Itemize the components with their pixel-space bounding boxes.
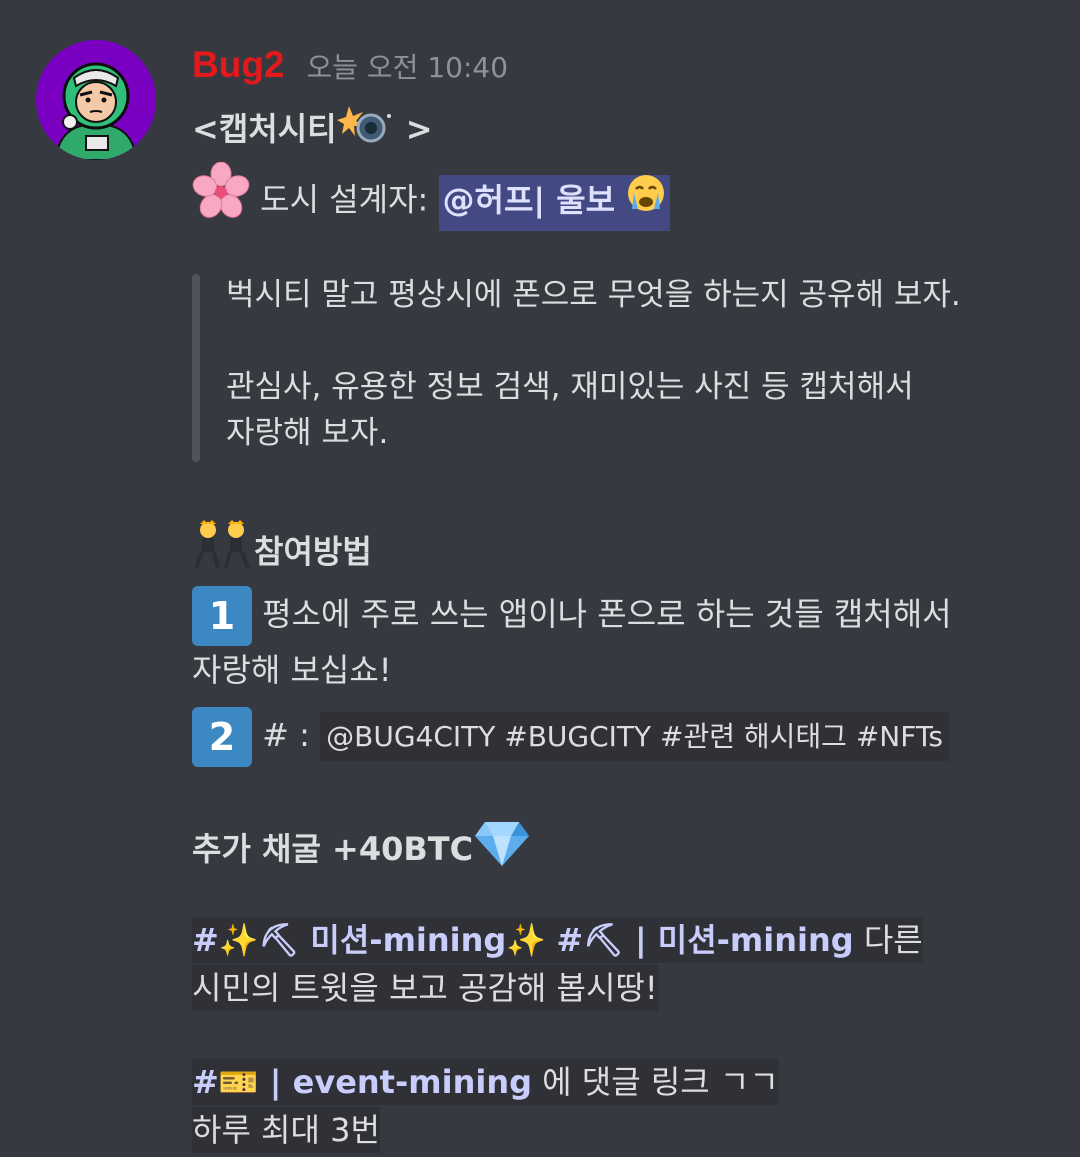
message-timestamp: 오늘 오전 10:40: [306, 51, 509, 84]
channel-link-event-mining[interactable]: #🎫 | event-mining: [192, 1063, 532, 1101]
keycap-2-icon: 2: [192, 707, 252, 767]
quote-line: 자랑해 보자.: [226, 415, 389, 451]
step-2-line: 2 # : @BUG4CITY #BUGCITY #관련 해시태그 #NFTs: [192, 702, 1052, 768]
quote-line: 벅시티 말고 평상시에 폰으로 무엇을 하는지 공유해 보자.: [226, 277, 961, 313]
dancing-people-icon: [192, 518, 254, 589]
designer-line: 도시 설계자: @허프| 울보: [192, 161, 1052, 231]
step-1-line-2: 자랑해 보십쇼!: [192, 651, 392, 689]
mission-line-2: 시민의 트윗을 보고 공감해 봅시땅!: [192, 964, 1052, 1012]
reward-line: 추가 채굴 +40BTC: [192, 818, 1052, 872]
crying-face-icon: [626, 170, 666, 234]
reward-text: 추가 채굴 +40BTC: [192, 830, 474, 868]
message-title: <캡처시티 >: [192, 104, 1052, 162]
quote-line: 관심사, 유용한 정보 검색, 재미있는 사진 등 캡처해서: [226, 369, 914, 405]
mission-text-2: 시민의 트윗을 보고 공감해 봅시땅!: [192, 965, 658, 1011]
astronaut-avatar-icon: [36, 40, 156, 160]
event-line: #🎫 | event-mining 에 댓글 링크 ㄱㄱ: [192, 1058, 1052, 1106]
block-quote: 벅시티 말고 평상시에 폰으로 무엇을 하는지 공유해 보자. 관심사, 유용한…: [192, 272, 1052, 462]
designer-label: 도시 설계자:: [250, 180, 439, 219]
channel-link-mission-sparkles[interactable]: #✨⛏ 미션-mining✨: [192, 921, 546, 959]
hashtags-code: @BUG4CITY #BUGCITY #관련 해시태그 #NFTs: [320, 712, 949, 761]
step-1-text: 평소에 주로 쓰는 앱이나 폰으로 하는 것들 캡처해서: [252, 595, 952, 633]
event-line-2: 하루 최대 3번: [192, 1106, 1052, 1154]
step-2-prefix: # :: [252, 716, 321, 754]
event-line-bg: #🎫 | event-mining 에 댓글 링크 ㄱㄱ: [192, 1059, 779, 1105]
event-text: 에 댓글 링크 ㄱㄱ: [532, 1063, 779, 1101]
mention-text: @허프| 울보: [442, 180, 616, 219]
title-text: <캡처시티: [192, 110, 337, 148]
user-avatar[interactable]: [36, 40, 156, 160]
author-name[interactable]: Bug2: [192, 44, 285, 86]
step-1-line: 1 평소에 주로 쓰는 앱이나 폰으로 하는 것들 캡처해서: [192, 584, 1052, 646]
cherry-blossom-icon: [192, 161, 250, 241]
gem-icon: [473, 818, 531, 884]
user-mention[interactable]: @허프| 울보: [438, 174, 671, 231]
quote-bar: [192, 274, 200, 462]
event-text-2: 하루 최대 3번: [192, 1107, 380, 1153]
message-header: Bug2 오늘 오전 10:40: [192, 44, 1052, 104]
keycap-1-icon: 1: [192, 586, 252, 646]
chat-message: Bug2 오늘 오전 10:40 <캡처시티 > 도시 설계자: @허프| 울보…: [0, 0, 1080, 1157]
camera-flash-icon: [336, 104, 395, 158]
title-end-text: >: [394, 110, 433, 148]
channel-link-mission[interactable]: #⛏ | 미션-mining: [556, 921, 853, 959]
mission-text: 다른: [853, 921, 923, 959]
mission-line-bg: #✨⛏ 미션-mining✨ #⛏ | 미션-mining 다른: [192, 917, 923, 963]
participation-heading: 참여방법: [192, 518, 1052, 578]
message-content: Bug2 오늘 오전 10:40 <캡처시티 > 도시 설계자: @허프| 울보…: [192, 44, 1052, 1154]
mission-line: #✨⛏ 미션-mining✨ #⛏ | 미션-mining 다른: [192, 916, 1052, 964]
heading-text: 참여방법: [254, 532, 372, 571]
quote-spacer: [226, 318, 1052, 364]
